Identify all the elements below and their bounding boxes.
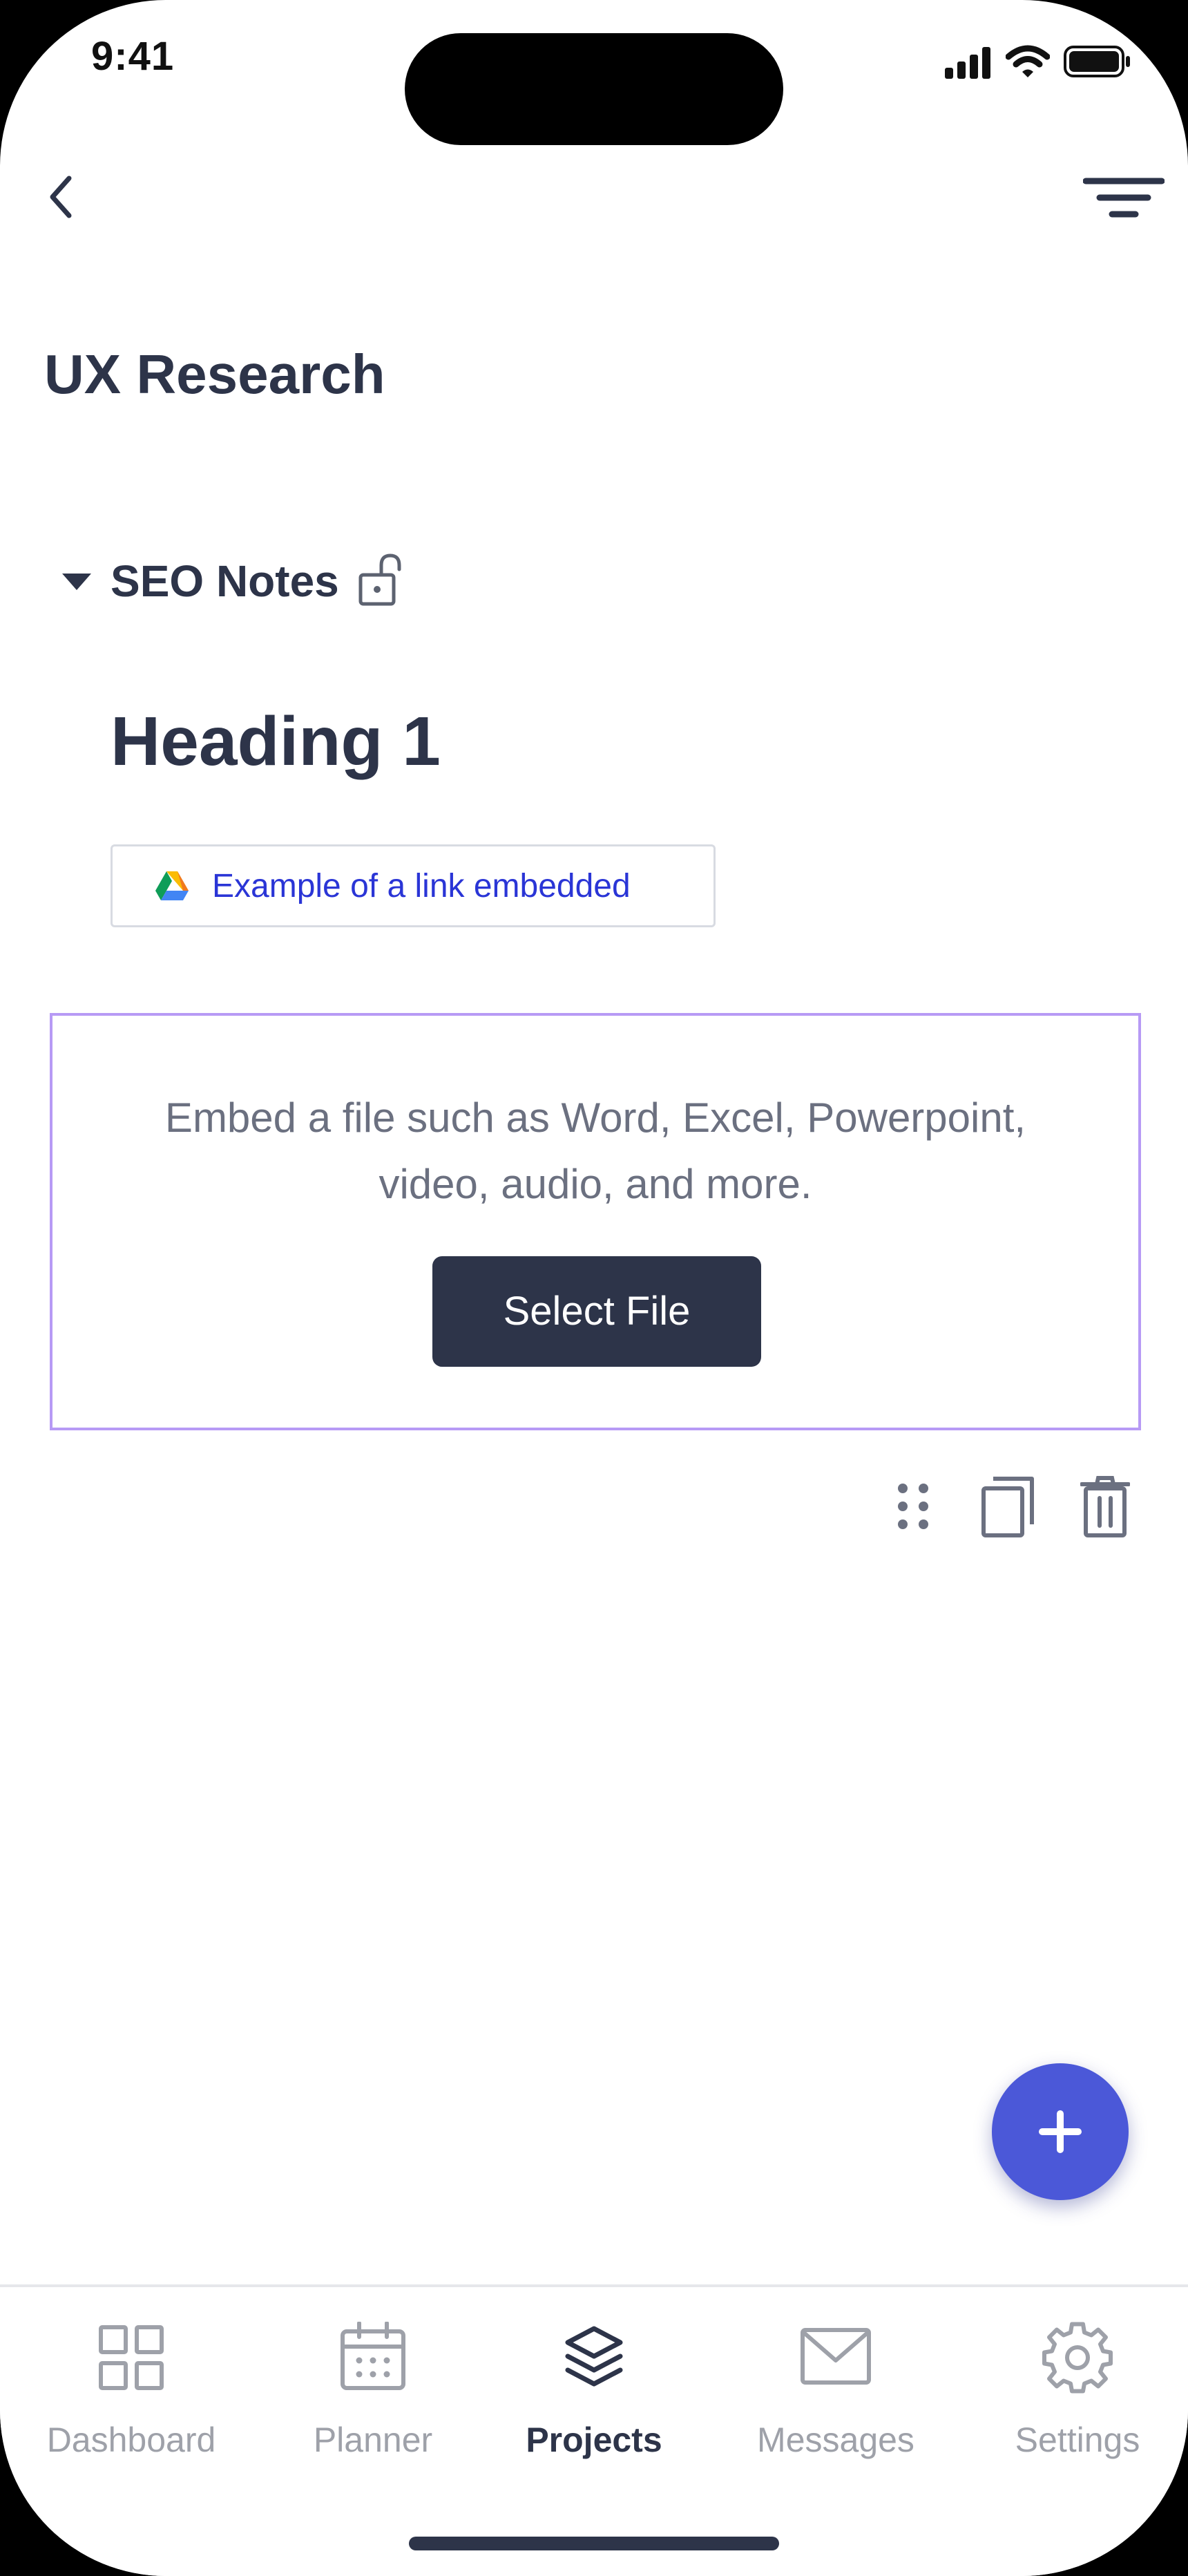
back-button[interactable] [44,173,79,221]
calendar-icon [341,2322,405,2390]
embedded-link-text[interactable]: Example of a link embedded [212,867,631,905]
tab-dashboard[interactable]: Dashboard [14,2287,249,2494]
dynamic-island [405,33,783,145]
grid-icon [99,2325,164,2390]
caret-down-icon[interactable] [61,572,93,591]
tab-messages-label: Messages [757,2421,914,2459]
mail-icon [801,2328,871,2385]
tab-planner[interactable]: Planner [256,2287,490,2494]
heading-1: Heading 1 [111,703,441,780]
embed-description-line-2: video, audio, and more. [379,1161,812,1207]
drag-handle-icon[interactable] [895,1481,931,1531]
wifi-icon [1006,45,1050,77]
copy-icon[interactable] [981,1476,1036,1538]
tab-projects[interactable]: Projects [477,2287,711,2494]
trash-icon[interactable] [1080,1476,1130,1538]
google-drive-icon [155,871,189,900]
tab-planner-label: Planner [313,2421,433,2459]
status-time: 9:41 [91,34,175,79]
tab-messages[interactable]: Messages [718,2287,953,2494]
section-title[interactable]: SEO Notes [111,556,339,607]
embed-description: Embed a file such as Word, Excel, Powerp… [52,1085,1138,1218]
plus-icon [1039,2110,1082,2153]
embedded-link-card[interactable]: Example of a link embedded [111,844,716,927]
home-indicator [409,2537,779,2550]
unlocked-padlock-icon[interactable] [358,553,403,607]
gear-icon [1042,2322,1113,2394]
layers-icon [565,2326,623,2387]
battery-icon [1064,46,1130,77]
embed-file-block: Embed a file such as Word, Excel, Powerp… [50,1013,1141,1430]
tab-dashboard-label: Dashboard [46,2421,216,2459]
add-block-button[interactable] [992,2063,1129,2200]
tab-bar: Dashboard Planner Projects Messages Sett… [0,2284,1188,2576]
embed-description-line-1: Embed a file such as Word, Excel, Powerp… [164,1095,1026,1141]
tab-settings[interactable]: Settings [960,2287,1188,2494]
page-title: UX Research [44,343,385,405]
phone-screen: 9:41 UX Research SEO Notes Heading 1 Exa… [0,0,1188,2576]
cellular-signal-icon [945,47,990,79]
tab-projects-label: Projects [526,2421,662,2459]
filter-button[interactable] [1083,176,1165,221]
select-file-button[interactable]: Select File [432,1256,761,1367]
tab-settings-label: Settings [1015,2421,1140,2459]
